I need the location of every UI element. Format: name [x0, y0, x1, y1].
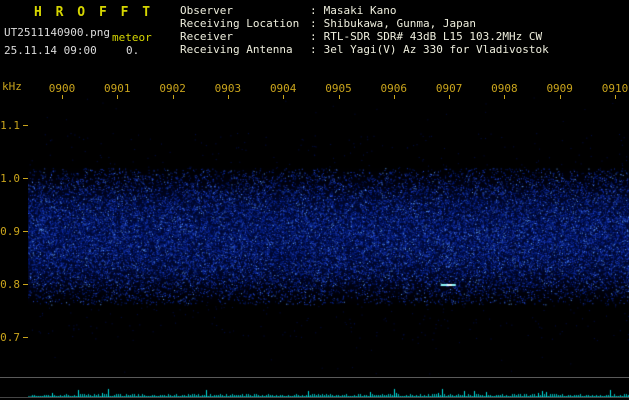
- info-row-receiver: Receiver: RTL-SDR SDR# 43dB L15 103.2MHz …: [180, 30, 549, 43]
- y-tick-mark: [23, 337, 28, 338]
- output-filename: UT2511140900.png: [4, 26, 110, 39]
- x-tick-label: 0908: [491, 82, 518, 95]
- info-value: Shibukawa, Gunma, Japan: [324, 17, 476, 30]
- info-label: Receiving Location: [180, 17, 310, 30]
- y-tick-label: 0.8: [0, 278, 20, 291]
- x-tick-mark: [560, 95, 561, 99]
- info-row-location: Receiving Location: Shibukawa, Gunma, Jap…: [180, 17, 549, 30]
- x-tick-mark: [504, 95, 505, 99]
- x-tick-mark: [173, 95, 174, 99]
- hrofft-output-screen: H R O F F T UT2511140900.png meteor 25.1…: [0, 0, 629, 400]
- x-tick-label: 0903: [215, 82, 242, 95]
- y-tick-label: 1.1: [0, 119, 20, 132]
- info-colon: :: [310, 43, 317, 56]
- y-axis-unit-label: kHz: [2, 80, 22, 93]
- x-tick-mark: [339, 95, 340, 99]
- x-tick-label: 0901: [104, 82, 131, 95]
- y-tick-label: 0.9: [0, 225, 20, 238]
- info-value: 3el Yagi(V) Az 330 for Vladivostok: [324, 43, 549, 56]
- info-colon: :: [310, 17, 317, 30]
- y-tick-mark: [23, 231, 28, 232]
- x-tick-label: 0910: [602, 82, 629, 95]
- x-tick-mark: [615, 95, 616, 99]
- y-tick-label: 0.7: [0, 331, 20, 344]
- observation-datetime: 25.11.14 09:00: [4, 44, 97, 57]
- x-tick-mark: [283, 95, 284, 99]
- info-row-antenna: Receiving Antenna:3el Yagi(V) Az 330 for…: [180, 43, 549, 56]
- x-tick-label: 0907: [436, 82, 463, 95]
- x-tick-label: 0905: [325, 82, 352, 95]
- x-tick-label: 0909: [546, 82, 573, 95]
- spectrogram-canvas: [28, 95, 629, 376]
- echo-count: 0.: [126, 44, 139, 57]
- info-colon: :: [310, 4, 317, 17]
- x-tick-mark: [62, 95, 63, 99]
- x-tick-mark: [117, 95, 118, 99]
- y-tick-mark: [23, 284, 28, 285]
- signal-meter-canvas: [28, 377, 629, 397]
- info-label: Receiving Antenna: [180, 43, 310, 56]
- x-tick-label: 0902: [159, 82, 186, 95]
- info-label: Observer: [180, 4, 310, 17]
- app-title: H R O F F T: [34, 5, 153, 20]
- meter-bottom-line: [0, 397, 629, 398]
- x-tick-mark: [449, 95, 450, 99]
- x-tick-label: 0906: [381, 82, 408, 95]
- info-value: Masaki Kano: [324, 4, 397, 17]
- info-label: Receiver: [180, 30, 310, 43]
- y-tick-label: 1.0: [0, 172, 20, 185]
- info-colon: :: [310, 30, 317, 43]
- station-info-block: Observer: Masaki Kano Receiving Location:…: [180, 4, 549, 56]
- y-tick-mark: [23, 178, 28, 179]
- info-row-observer: Observer: Masaki Kano: [180, 4, 549, 17]
- x-tick-label: 0900: [49, 82, 76, 95]
- x-tick-label: 0904: [270, 82, 297, 95]
- mode-label: meteor: [112, 31, 152, 44]
- x-tick-mark: [394, 95, 395, 99]
- y-tick-mark: [23, 125, 28, 126]
- x-tick-mark: [228, 95, 229, 99]
- info-value: RTL-SDR SDR# 43dB L15 103.2MHz CW: [324, 30, 543, 43]
